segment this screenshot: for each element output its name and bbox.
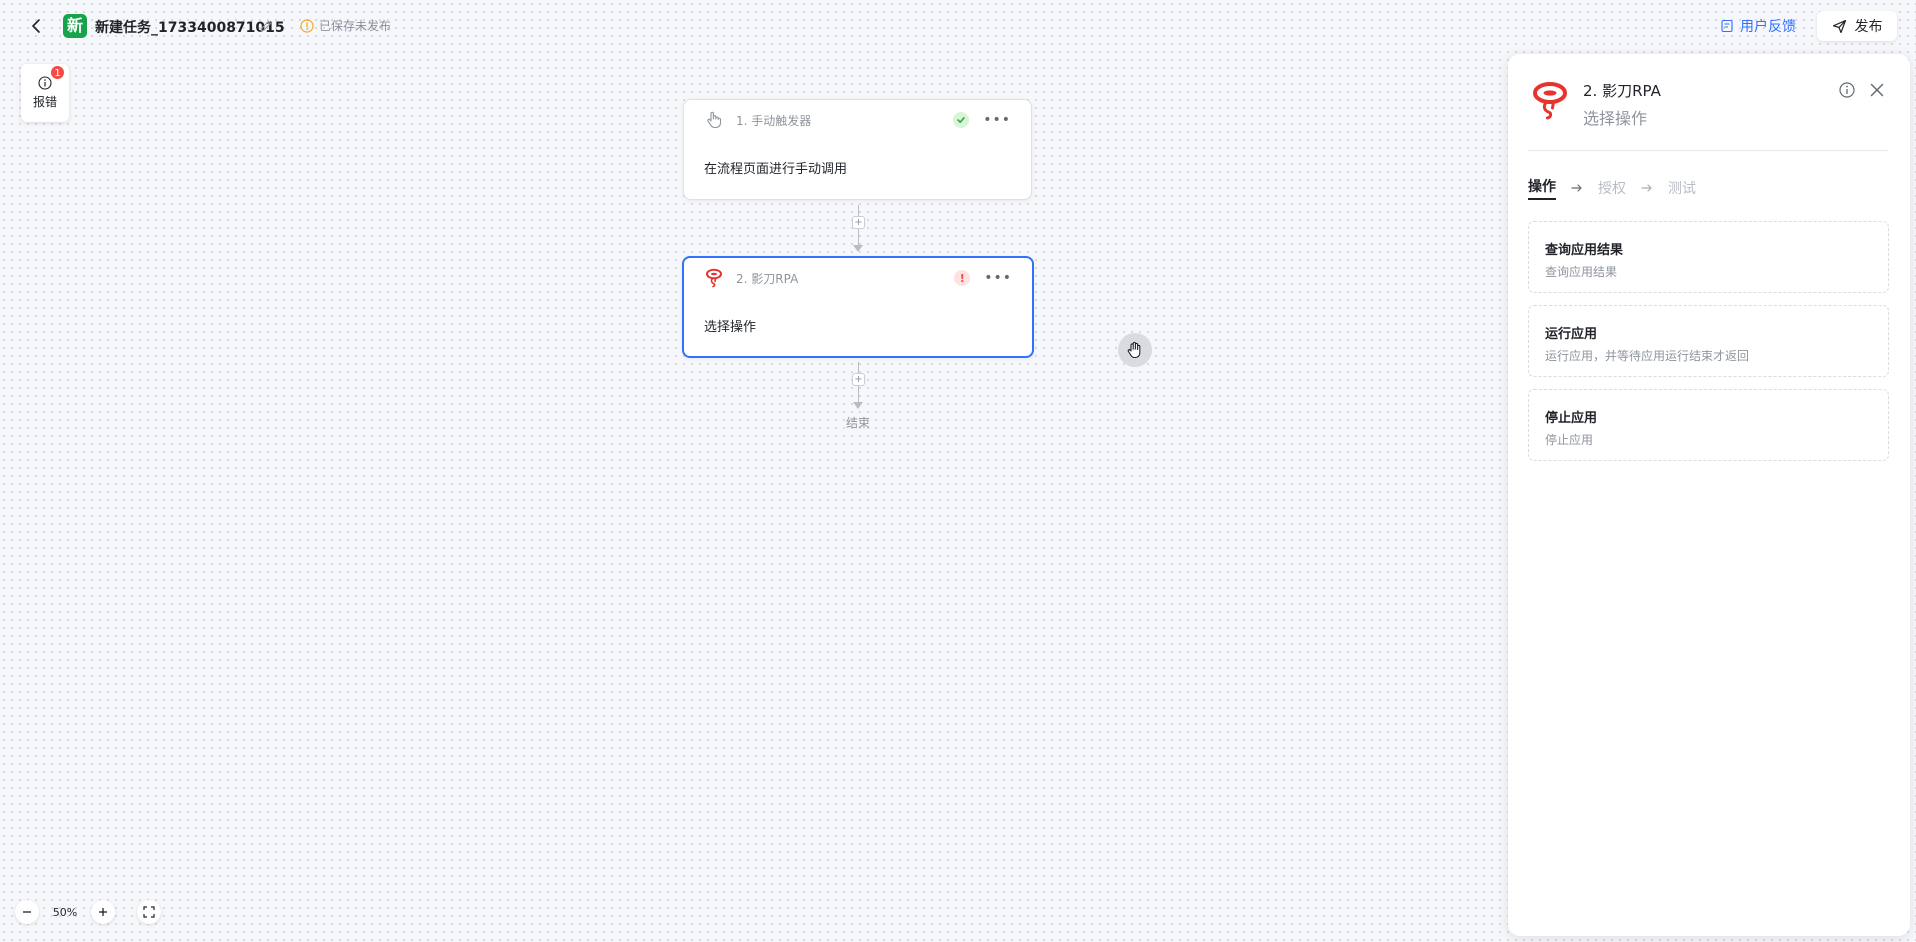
node-config-panel: 2. 影刀RPA 选择操作 操作 授权 测试 查询应用结果 查询应用结果 运行应… [1508,54,1910,936]
operation-title: 停止应用 [1545,411,1598,426]
node-title: 1. 手动触发器 [736,113,812,128]
info-circle-icon[interactable] [1838,81,1856,99]
pencil-icon[interactable] [259,19,273,33]
error-exclamation-icon: ! [954,270,971,286]
fit-view-button[interactable] [137,900,161,924]
panel-title: 2. 影刀RPA [1583,82,1661,100]
operation-run-app[interactable]: 运行应用 运行应用，并等待应用运行结束才返回 [1528,305,1889,377]
arrow-down-icon [853,245,863,252]
fullscreen-icon [143,906,155,918]
task-title: 新建任务_1733400871015 [95,20,285,36]
feedback-icon [1721,19,1733,33]
operation-query-result[interactable]: 查询应用结果 查询应用结果 [1528,221,1889,293]
step-tabs: 操作 授权 测试 [1528,176,1696,200]
node-description: 选择操作 [704,320,757,335]
node-description: 在流程页面进行手动调用 [704,162,848,177]
close-icon[interactable] [1868,81,1886,99]
yingdao-rpa-icon [706,268,722,288]
more-options-icon[interactable]: ••• [983,113,1011,127]
operation-title: 查询应用结果 [1545,243,1624,258]
tab-authorize[interactable]: 授权 [1598,178,1626,198]
arrow-down-icon [853,402,863,409]
operation-description: 查询应用结果 [1545,265,1618,279]
back-arrow-icon[interactable] [26,15,48,37]
hand-pointer-icon [707,111,722,129]
node-header: 2. 影刀RPA ! ••• [684,258,1032,298]
operation-stop-app[interactable]: 停止应用 停止应用 [1528,389,1889,461]
add-step-button[interactable]: + [852,216,865,229]
info-circle-icon [38,76,52,90]
top-bar: 新 新建任务_1733400871015 已保存未发布 用户反馈 发布 [0,0,1916,52]
feedback-link[interactable]: 用户反馈 [1720,16,1796,36]
zoom-controls: 50% [15,900,161,924]
operation-description: 停止应用 [1545,433,1594,447]
save-status: 已保存未发布 [300,17,391,34]
flow-end-label: 结束 [846,416,871,430]
error-report-label: 报错 [32,95,57,109]
tab-operation[interactable]: 操作 [1528,176,1556,200]
hand-pan-icon [1118,333,1152,367]
publish-label: 发布 [1854,19,1883,35]
panel-subtitle: 选择操作 [1583,109,1648,128]
node-title: 2. 影刀RPA [736,271,799,286]
operation-description: 运行应用，并等待应用运行结束才返回 [1545,349,1750,363]
send-icon [1832,19,1846,33]
warning-circle-icon [300,18,314,33]
operation-title: 运行应用 [1545,327,1598,342]
zoom-level: 50% [52,905,78,919]
save-status-text: 已保存未发布 [319,19,392,33]
zoom-in-button[interactable] [91,900,115,924]
divider [1528,150,1888,151]
node-header: 1. 手动触发器 ••• [684,100,1031,140]
publish-button[interactable]: 发布 [1817,11,1897,41]
feedback-label: 用户反馈 [1740,19,1796,35]
tab-test[interactable]: 测试 [1668,178,1696,198]
plus-icon [99,908,107,916]
add-step-button[interactable]: + [852,373,865,386]
yingdao-rpa-icon [1533,82,1567,120]
operation-list: 查询应用结果 查询应用结果 运行应用 运行应用，并等待应用运行结束才返回 停止应… [1528,221,1889,473]
error-count-badge: 1 [50,65,65,80]
flow-node-rpa[interactable]: 2. 影刀RPA ! ••• 选择操作 [682,256,1034,358]
zoom-out-button[interactable] [15,900,39,924]
arrow-right-icon [1641,184,1652,192]
more-options-icon[interactable]: ••• [984,271,1012,285]
success-check-icon [953,112,970,128]
minus-icon [23,911,31,913]
app-logo: 新 [63,14,87,38]
arrow-right-icon [1571,184,1582,192]
flow-node-trigger[interactable]: 1. 手动触发器 ••• 在流程页面进行手动调用 [683,99,1032,200]
